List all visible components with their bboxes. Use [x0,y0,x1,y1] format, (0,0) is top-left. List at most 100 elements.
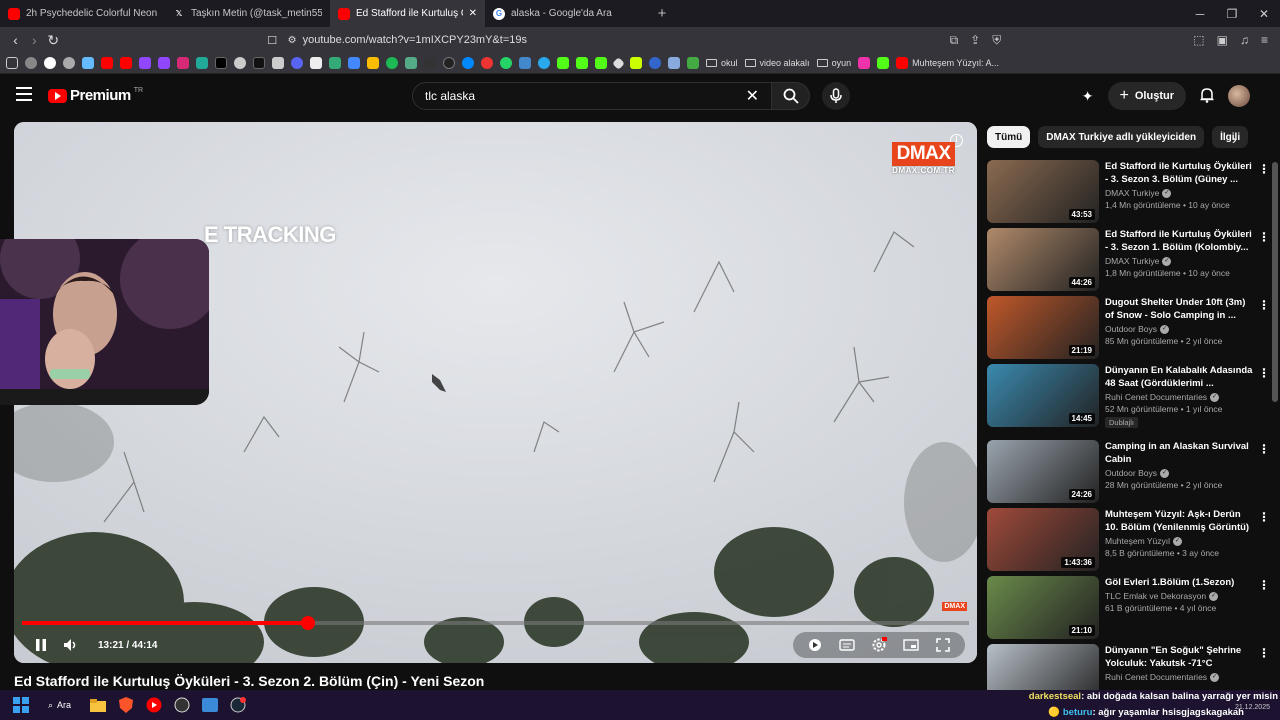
twitch-icon[interactable] [158,57,170,69]
whatsapp-icon[interactable] [500,57,512,69]
recommendation-item[interactable]: 43:53 Ed Stafford ile Kurtuluş Öyküleri -… [987,160,1272,224]
bookmark-icon[interactable]: ☐ [263,34,282,47]
channel-name[interactable]: Outdoor Boys ✓ [1105,468,1256,478]
apps-icon[interactable] [6,57,18,69]
volume-button[interactable] [56,638,86,652]
pause-button[interactable] [26,638,56,652]
bookmark-icon[interactable] [668,57,680,69]
recommendation-title[interactable]: Dugout Shelter Under 10ft (3m) of Snow -… [1105,296,1256,322]
more-options-icon[interactable]: ⋮ [1258,442,1270,456]
search-input[interactable]: tlc alaska ✕ [412,82,772,110]
recommendation-item[interactable]: 24:26 Camping in an Alaskan Survival Cabi… [987,440,1272,504]
shield-icon[interactable]: ⛨ [992,33,1001,48]
bookmark-folder[interactable]: okul [706,58,738,68]
kick-icon[interactable] [595,57,607,69]
notifications-bell-icon[interactable] [1200,87,1214,106]
channel-name[interactable]: Muhteşem Yüzyıl ✓ [1105,536,1256,546]
bookmark-icon[interactable] [196,57,208,69]
recommendation-title[interactable]: Dünyanın "En Soğuk" Şehrine Yolculuk: Ya… [1105,644,1256,670]
address-field[interactable]: ⚙ youtube.com/watch?v=1mIXCPY23mY&t=19s [288,30,950,50]
bookmark-icon[interactable] [329,57,341,69]
recommendation-item[interactable]: 1:43:36 Muhteşem Yüzyıl: Aşk-ı Derûn 10. … [987,508,1272,572]
recommendation-title[interactable]: Camping in an Alaskan Survival Cabin [1105,440,1256,466]
video-thumbnail[interactable]: 21:19 [987,296,1099,359]
premium-icon[interactable]: ✦ [1082,88,1094,105]
recommendation-title[interactable]: Göl Evleri 1.Bölüm (1.Sezon) [1105,576,1256,589]
hamburger-menu-icon[interactable] [16,87,32,101]
obs-icon[interactable] [173,696,191,714]
drive-icon[interactable] [367,57,379,69]
recommendation-item[interactable]: 44:26 Ed Stafford ile Kurtuluş Öyküleri -… [987,228,1272,292]
bookmark-icon[interactable] [82,57,94,69]
channel-name[interactable]: DMAX Turkiye ✓ [1105,256,1256,266]
browser-tab[interactable]: 𝕏Taşkın Metin (@task_metin5596) adlı [165,0,330,27]
clear-icon[interactable]: ✕ [746,86,759,106]
bookmark-icon[interactable] [612,56,625,70]
more-options-icon[interactable]: ⋮ [1258,230,1270,244]
close-window-icon[interactable]: ✕ [1248,7,1280,21]
bookmark-icon[interactable] [481,57,493,69]
bookmark-icon[interactable] [519,57,531,69]
bookmark-icon[interactable] [462,57,474,69]
more-options-icon[interactable]: ⋮ [1258,578,1270,592]
file-explorer-icon[interactable] [89,696,107,714]
bookmark-link[interactable]: Muhteşem Yüzyıl: A... [896,57,999,69]
chip-all[interactable]: Tümü [987,126,1031,148]
telegram-icon[interactable] [538,57,550,69]
more-options-icon[interactable]: ⋮ [1258,162,1270,176]
progress-bar[interactable] [22,616,969,630]
search-button[interactable] [772,82,810,110]
share-icon[interactable]: ⇪ [970,33,980,48]
bookmark-icon[interactable] [348,57,360,69]
avatar[interactable] [1228,85,1250,107]
more-options-icon[interactable]: ⋮ [1258,298,1270,312]
kick-icon[interactable] [557,57,569,69]
video-thumbnail[interactable]: 44:26 [987,228,1099,291]
url-text[interactable]: youtube.com/watch?v=1mIXCPY23mY&t=19s [303,34,527,46]
bookmark-icon[interactable] [649,57,661,69]
bookmark-icon[interactable] [234,57,246,69]
google-icon[interactable] [44,57,56,69]
recommendation-title[interactable]: Muhteşem Yüzyıl: Aşk-ı Derûn 10. Bölüm (… [1105,508,1256,534]
close-icon[interactable]: ✕ [469,8,477,19]
youtube-music-icon[interactable] [145,696,163,714]
chevron-right-icon[interactable]: › [1232,131,1237,147]
voice-search-button[interactable] [822,82,850,110]
channel-name[interactable]: TLC Emlak ve Dekorasyon ✓ [1105,591,1256,601]
chip-related[interactable]: İlgili [1212,126,1249,148]
x-icon[interactable] [215,57,227,69]
recommendation-title[interactable]: Dünyanın En Kalabalık Adasında 48 Saat (… [1105,364,1256,390]
back-icon[interactable]: ‹ [6,32,25,48]
open-external-icon[interactable]: ⧉ [950,33,959,48]
taskbar-search[interactable]: ⌕ Ara [40,700,79,711]
recommendation-item[interactable]: 21:10 Göl Evleri 1.Bölüm (1.Sezon) TLC Eml… [987,576,1272,640]
search-text[interactable]: tlc alaska [425,89,475,103]
kick-icon[interactable] [877,57,890,69]
new-tab-button[interactable]: + [650,5,674,22]
instagram-icon[interactable] [177,57,189,69]
channel-name[interactable]: Ruhi Cenet Documentaries ✓ [1105,672,1256,682]
fullscreen-icon[interactable] [929,638,957,652]
youtube-logo[interactable]: Premium TR [48,87,143,104]
windows-start-icon[interactable] [12,696,30,714]
more-options-icon[interactable]: ⋮ [1258,366,1270,380]
spotify-icon[interactable] [386,57,398,69]
video-thumbnail[interactable]: 1:43:36 [987,508,1099,571]
bookmark-icon[interactable] [272,57,284,69]
browser-menu-icon[interactable]: ≡ [1261,33,1268,48]
twitch-icon[interactable] [139,57,151,69]
settings-gear-icon[interactable] [865,637,893,653]
video-thumbnail[interactable]: 24:26 [987,440,1099,503]
autoplay-toggle[interactable] [801,638,829,652]
minimize-icon[interactable]: ─ [1184,7,1216,21]
create-button[interactable]: + Oluştur [1107,82,1186,110]
browser-tab-active[interactable]: Ed Stafford ile Kurtuluş Öyküle✕ [330,0,485,27]
youtube-icon[interactable] [120,57,132,69]
extensions-icon[interactable]: ⬚ [1193,33,1204,48]
bookmark-icon[interactable] [858,57,871,69]
discord-icon[interactable] [291,57,303,69]
bookmark-icon[interactable] [443,57,455,69]
restore-icon[interactable]: ❐ [1216,7,1248,21]
video-thumbnail[interactable]: 14:45 [987,364,1099,427]
chip-channel[interactable]: DMAX Turkiye adlı yükleyiciden [1038,126,1205,148]
